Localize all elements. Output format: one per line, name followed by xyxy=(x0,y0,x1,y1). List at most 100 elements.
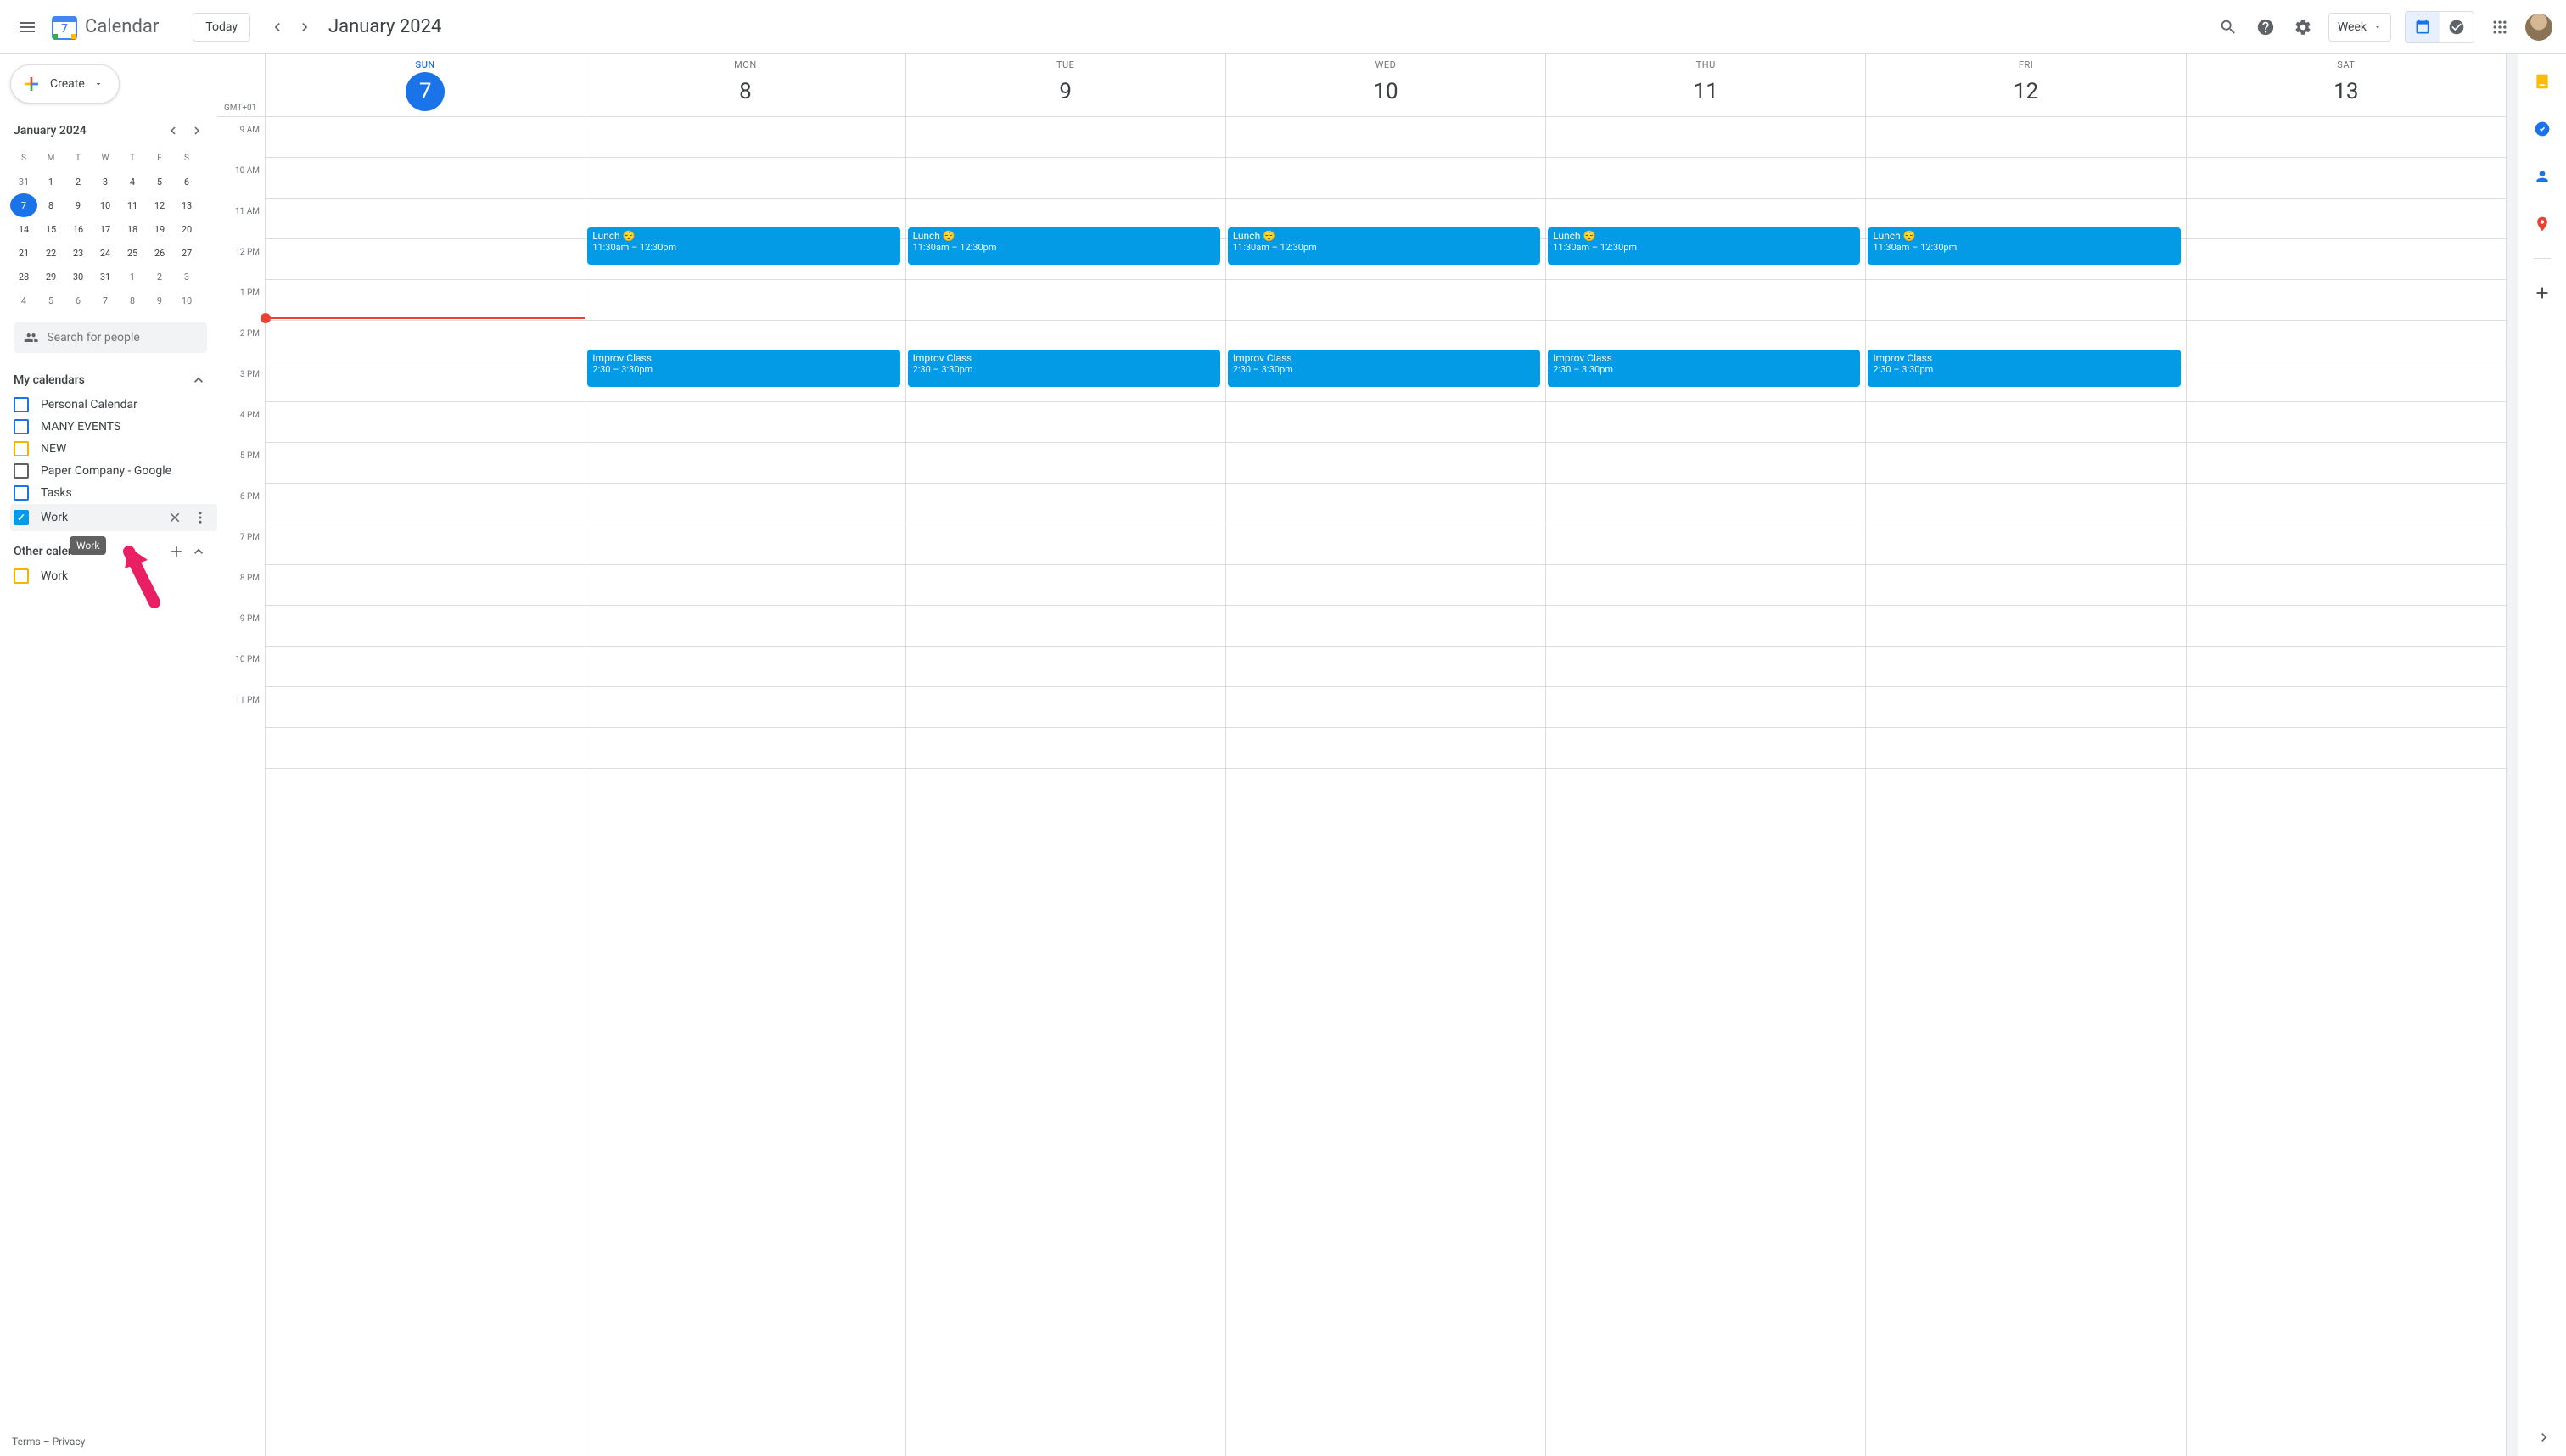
event-improv[interactable]: Improv Class2:30 – 3:30pm xyxy=(1228,350,1540,387)
event-lunch[interactable]: Lunch 😴11:30am – 12:30pm xyxy=(1868,227,2180,265)
account-avatar[interactable] xyxy=(2525,14,2552,41)
event-lunch[interactable]: Lunch 😴11:30am – 12:30pm xyxy=(1228,227,1540,265)
mini-date[interactable]: 7 xyxy=(92,288,119,312)
calendar-item[interactable]: Work xyxy=(10,565,217,587)
keep-addon[interactable] xyxy=(2525,64,2559,98)
day-number[interactable]: 9 xyxy=(1046,72,1085,111)
day-number[interactable]: 11 xyxy=(1686,72,1725,111)
calendar-checkbox[interactable] xyxy=(14,568,29,584)
day-header[interactable]: MON8 xyxy=(585,54,905,116)
mini-date[interactable]: 24 xyxy=(92,241,119,265)
mini-date[interactable]: 8 xyxy=(119,288,146,312)
event-lunch[interactable]: Lunch 😴11:30am – 12:30pm xyxy=(587,227,899,265)
mini-date[interactable]: 13 xyxy=(173,193,200,217)
calendar-checkbox[interactable] xyxy=(14,397,29,412)
prev-week-button[interactable] xyxy=(264,14,291,41)
calendar-item[interactable]: Paper Company - Google xyxy=(10,460,217,482)
mini-date[interactable]: 3 xyxy=(92,170,119,193)
day-column[interactable]: Lunch 😴11:30am – 12:30pm Improv Class2:30… xyxy=(1865,117,2185,1456)
my-calendars-toggle[interactable]: My calendars xyxy=(10,367,217,394)
mini-date[interactable]: 22 xyxy=(37,241,64,265)
mini-date[interactable]: 31 xyxy=(10,170,37,193)
calendar-item[interactable]: WorkWork xyxy=(10,504,217,531)
mini-date[interactable]: 20 xyxy=(173,217,200,241)
mini-date[interactable]: 4 xyxy=(10,288,37,312)
day-column[interactable]: Lunch 😴11:30am – 12:30pm Improv Class2:30… xyxy=(1225,117,1545,1456)
event-improv[interactable]: Improv Class2:30 – 3:30pm xyxy=(908,350,1220,387)
mini-date[interactable]: 31 xyxy=(92,265,119,288)
mini-date[interactable]: 4 xyxy=(119,170,146,193)
settings-button[interactable] xyxy=(2286,10,2320,44)
mini-date[interactable]: 23 xyxy=(64,241,92,265)
view-selector[interactable]: Week xyxy=(2328,13,2391,42)
event-improv[interactable]: Improv Class2:30 – 3:30pm xyxy=(1548,350,1860,387)
mini-date[interactable]: 7 xyxy=(10,193,37,217)
mini-date[interactable]: 2 xyxy=(64,170,92,193)
calendar-item[interactable]: MANY EVENTS xyxy=(10,416,217,438)
day-number[interactable]: 13 xyxy=(2327,72,2366,111)
calendar-item[interactable]: Personal Calendar xyxy=(10,394,217,416)
calendar-checkbox[interactable] xyxy=(14,485,29,501)
main-menu-button[interactable] xyxy=(7,7,48,48)
create-button[interactable]: Create xyxy=(10,64,120,104)
mini-date[interactable]: 27 xyxy=(173,241,200,265)
mini-next-month[interactable] xyxy=(187,120,207,141)
day-header[interactable]: TUE9 xyxy=(905,54,1225,116)
calendar-options-icon[interactable] xyxy=(190,507,210,528)
day-header[interactable]: SAT13 xyxy=(2186,54,2506,116)
day-number[interactable]: 12 xyxy=(2007,72,2046,111)
mini-date[interactable]: 9 xyxy=(146,288,173,312)
search-people-input[interactable] xyxy=(47,331,197,344)
mini-date[interactable]: 1 xyxy=(119,265,146,288)
calendar-checkbox[interactable] xyxy=(14,441,29,456)
tasks-mode-button[interactable] xyxy=(2440,12,2474,42)
event-lunch[interactable]: Lunch 😴11:30am – 12:30pm xyxy=(1548,227,1860,265)
get-addons[interactable] xyxy=(2525,276,2559,310)
mini-date[interactable]: 21 xyxy=(10,241,37,265)
mini-date[interactable]: 6 xyxy=(64,288,92,312)
mini-date[interactable]: 3 xyxy=(173,265,200,288)
tasks-addon[interactable] xyxy=(2525,112,2559,146)
contacts-addon[interactable] xyxy=(2525,160,2559,193)
mini-date[interactable]: 29 xyxy=(37,265,64,288)
search-button[interactable] xyxy=(2211,10,2245,44)
mini-date[interactable]: 2 xyxy=(146,265,173,288)
mini-date[interactable]: 5 xyxy=(146,170,173,193)
day-number[interactable]: 8 xyxy=(726,72,765,111)
today-button[interactable]: Today xyxy=(193,13,250,42)
day-number[interactable]: 10 xyxy=(1366,72,1405,111)
mini-date[interactable]: 12 xyxy=(146,193,173,217)
mini-prev-month[interactable] xyxy=(163,120,183,141)
day-number[interactable]: 7 xyxy=(406,72,445,111)
mini-date[interactable]: 19 xyxy=(146,217,173,241)
calendar-checkbox[interactable] xyxy=(14,419,29,434)
mini-date[interactable]: 8 xyxy=(37,193,64,217)
mini-date[interactable]: 18 xyxy=(119,217,146,241)
mini-date[interactable]: 10 xyxy=(173,288,200,312)
time-grid[interactable]: 9 AM10 AM11 AM12 PM1 PM2 PM3 PM4 PM5 PM6… xyxy=(217,117,2506,1456)
calendar-mode-button[interactable] xyxy=(2406,12,2440,42)
day-column[interactable] xyxy=(2186,117,2506,1456)
mini-date[interactable]: 6 xyxy=(173,170,200,193)
day-header[interactable]: FRI12 xyxy=(1865,54,2185,116)
event-lunch[interactable]: Lunch 😴11:30am – 12:30pm xyxy=(908,227,1220,265)
calendar-item[interactable]: NEW xyxy=(10,438,217,460)
calendar-checkbox[interactable] xyxy=(14,510,29,525)
mini-date[interactable]: 17 xyxy=(92,217,119,241)
mini-date[interactable]: 11 xyxy=(119,193,146,217)
mini-date[interactable]: 28 xyxy=(10,265,37,288)
mini-date[interactable]: 5 xyxy=(37,288,64,312)
calendar-item[interactable]: Tasks xyxy=(10,482,217,504)
remove-calendar-icon[interactable] xyxy=(165,507,185,528)
mini-date[interactable]: 25 xyxy=(119,241,146,265)
day-column[interactable]: Lunch 😴11:30am – 12:30pm Improv Class2:30… xyxy=(905,117,1225,1456)
day-header[interactable]: SUN7 xyxy=(265,54,585,116)
search-people-field[interactable] xyxy=(14,322,207,353)
day-column[interactable]: Lunch 😴11:30am – 12:30pm Improv Class2:30… xyxy=(1545,117,1865,1456)
calendar-checkbox[interactable] xyxy=(14,463,29,479)
apps-button[interactable] xyxy=(2483,10,2517,44)
privacy-link[interactable]: Privacy xyxy=(53,1436,86,1448)
day-column[interactable]: Lunch 😴11:30am – 12:30pmImprov Class2:30… xyxy=(585,117,905,1456)
event-improv[interactable]: Improv Class2:30 – 3:30pm xyxy=(1868,350,2180,387)
other-calendars-toggle[interactable]: Other calendars xyxy=(10,538,217,565)
